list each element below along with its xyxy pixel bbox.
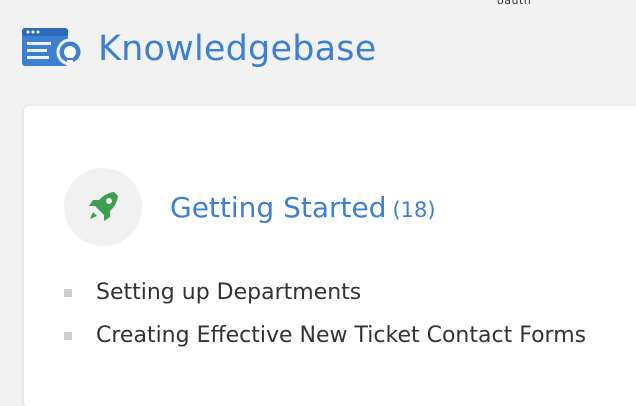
list-item[interactable]: Creating Effective New Ticket Contact Fo…: [64, 314, 586, 357]
rocket-icon: [89, 192, 118, 221]
top-cut-text: oauth: [497, 0, 532, 7]
bullet-icon: [64, 331, 72, 340]
category-getting-started[interactable]: Getting Started (18): [64, 168, 436, 246]
knowledgebase-card: Getting Started (18) Setting up Departmen…: [24, 106, 636, 406]
article-list: Setting up Departments Creating Effectiv…: [64, 271, 586, 357]
article-link[interactable]: Creating Effective New Ticket Contact Fo…: [96, 323, 586, 348]
page-title: Knowledgebase: [98, 29, 377, 69]
category-icon-badge: [64, 168, 142, 246]
list-item[interactable]: Setting up Departments: [64, 271, 586, 314]
category-link[interactable]: Getting Started (18): [170, 191, 436, 224]
article-link[interactable]: Setting up Departments: [96, 280, 361, 305]
knowledgebase-lightbulb-icon: [22, 24, 86, 74]
bullet-icon: [64, 288, 72, 297]
category-name: Getting Started: [170, 190, 387, 224]
page-header: Knowledgebase: [22, 24, 376, 74]
category-count: (18): [392, 197, 436, 222]
